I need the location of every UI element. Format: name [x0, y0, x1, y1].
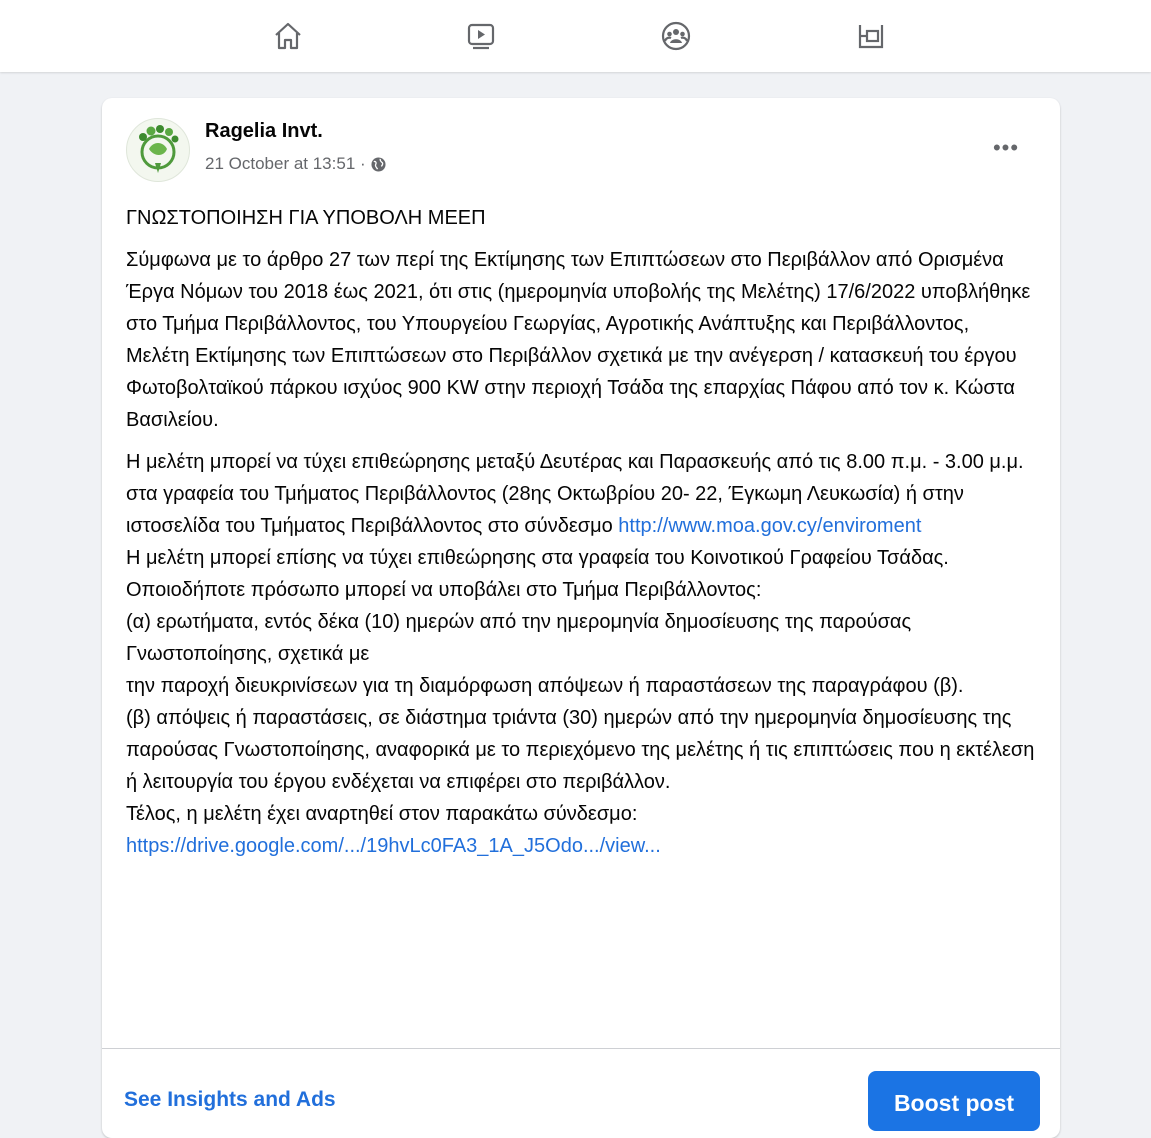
post-paragraph: Η μελέτη μπορεί να τύχει επιθεώρησης μετ…	[126, 446, 1036, 542]
post-body: ΓΝΩΣΤΟΠΟΙΗΣΗ ΓΙΑ ΥΠΟΒΟΛΗ ΜΕΕΠ Σύμφωνα με…	[126, 202, 1036, 862]
post-paragraph: Η μελέτη μπορεί επίσης να τύχει επιθεώρη…	[126, 547, 949, 601]
gaming-icon[interactable]	[851, 16, 891, 56]
more-options-button[interactable]: •••	[986, 128, 1026, 168]
divider	[102, 1048, 1060, 1049]
post-item-b: (β) απόψεις ή παραστάσεις, σε διάστημα τ…	[126, 707, 1035, 793]
post-card: Ragelia Invt. 21 October at 13:51 · ••• …	[102, 98, 1060, 1138]
author-name[interactable]: Ragelia Invt.	[205, 120, 323, 143]
environment-link[interactable]: http://www.moa.gov.cy/enviroment	[618, 515, 921, 537]
boost-post-button[interactable]: Boost post	[868, 1071, 1040, 1131]
see-insights-link[interactable]: See Insights and Ads	[124, 1088, 336, 1112]
post-item-a: (α) ερωτήματα, εντός δέκα (10) ημερών απ…	[126, 611, 912, 665]
post-item-a-cont: την παροχή διευκρινίσεων για τη διαμόρφω…	[126, 675, 964, 697]
post-title: ΓΝΩΣΤΟΠΟΙΗΣΗ ΓΙΑ ΥΠΟΒΟΛΗ ΜΕΕΠ	[126, 207, 486, 229]
post-meta: 21 October at 13:51 ·	[205, 154, 386, 174]
home-icon[interactable]	[268, 16, 308, 56]
video-icon[interactable]	[461, 16, 501, 56]
top-navigation-bar	[0, 0, 1151, 72]
post-closing: Τέλος, η μελέτη έχει αναρτηθεί στον παρα…	[126, 803, 638, 825]
post-timestamp[interactable]: 21 October at 13:51 ·	[205, 154, 366, 174]
post-paragraph: Σύμφωνα με το άρθρο 27 των περί της Εκτί…	[126, 249, 1031, 431]
drive-link[interactable]: https://drive.google.com/.../19hvLc0FA3_…	[126, 835, 661, 857]
more-options-icon: •••	[992, 135, 1020, 160]
globe-icon	[371, 156, 386, 172]
groups-icon[interactable]	[656, 16, 696, 56]
page-avatar[interactable]	[126, 118, 190, 182]
